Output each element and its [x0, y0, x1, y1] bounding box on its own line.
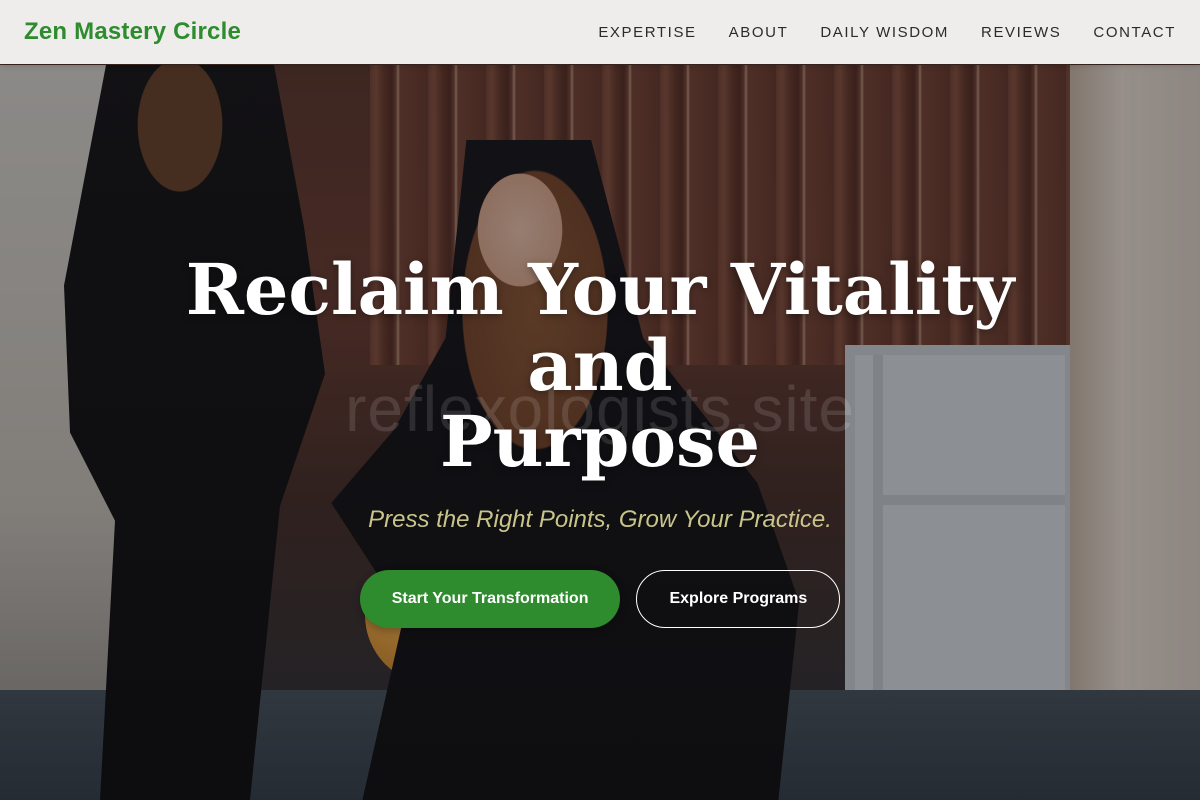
main-nav: EXPERTISE ABOUT DAILY WISDOM REVIEWS CON… — [598, 24, 1176, 41]
site-logo[interactable]: Zen Mastery Circle — [24, 18, 241, 46]
nav-link-contact[interactable]: CONTACT — [1093, 24, 1176, 41]
nav-link-reviews[interactable]: REVIEWS — [981, 24, 1061, 41]
nav-link-daily-wisdom[interactable]: DAILY WISDOM — [820, 24, 949, 41]
page: Zen Mastery Circle EXPERTISE ABOUT DAILY… — [0, 0, 1200, 800]
hero-subtitle: Press the Right Points, Grow Your Practi… — [368, 506, 832, 533]
explore-programs-button[interactable]: Explore Programs — [636, 570, 841, 628]
hero-cta-group: Start Your Transformation Explore Progra… — [0, 570, 1200, 628]
start-transformation-button[interactable]: Start Your Transformation — [359, 570, 621, 628]
hero-section: reflexologists.site Reclaim Your Vitalit… — [0, 252, 1200, 628]
navbar: Zen Mastery Circle EXPERTISE ABOUT DAILY… — [0, 0, 1200, 64]
watermark-text: reflexologists.site — [345, 373, 855, 445]
nav-link-expertise[interactable]: EXPERTISE — [598, 24, 696, 41]
nav-link-about[interactable]: ABOUT — [729, 24, 789, 41]
